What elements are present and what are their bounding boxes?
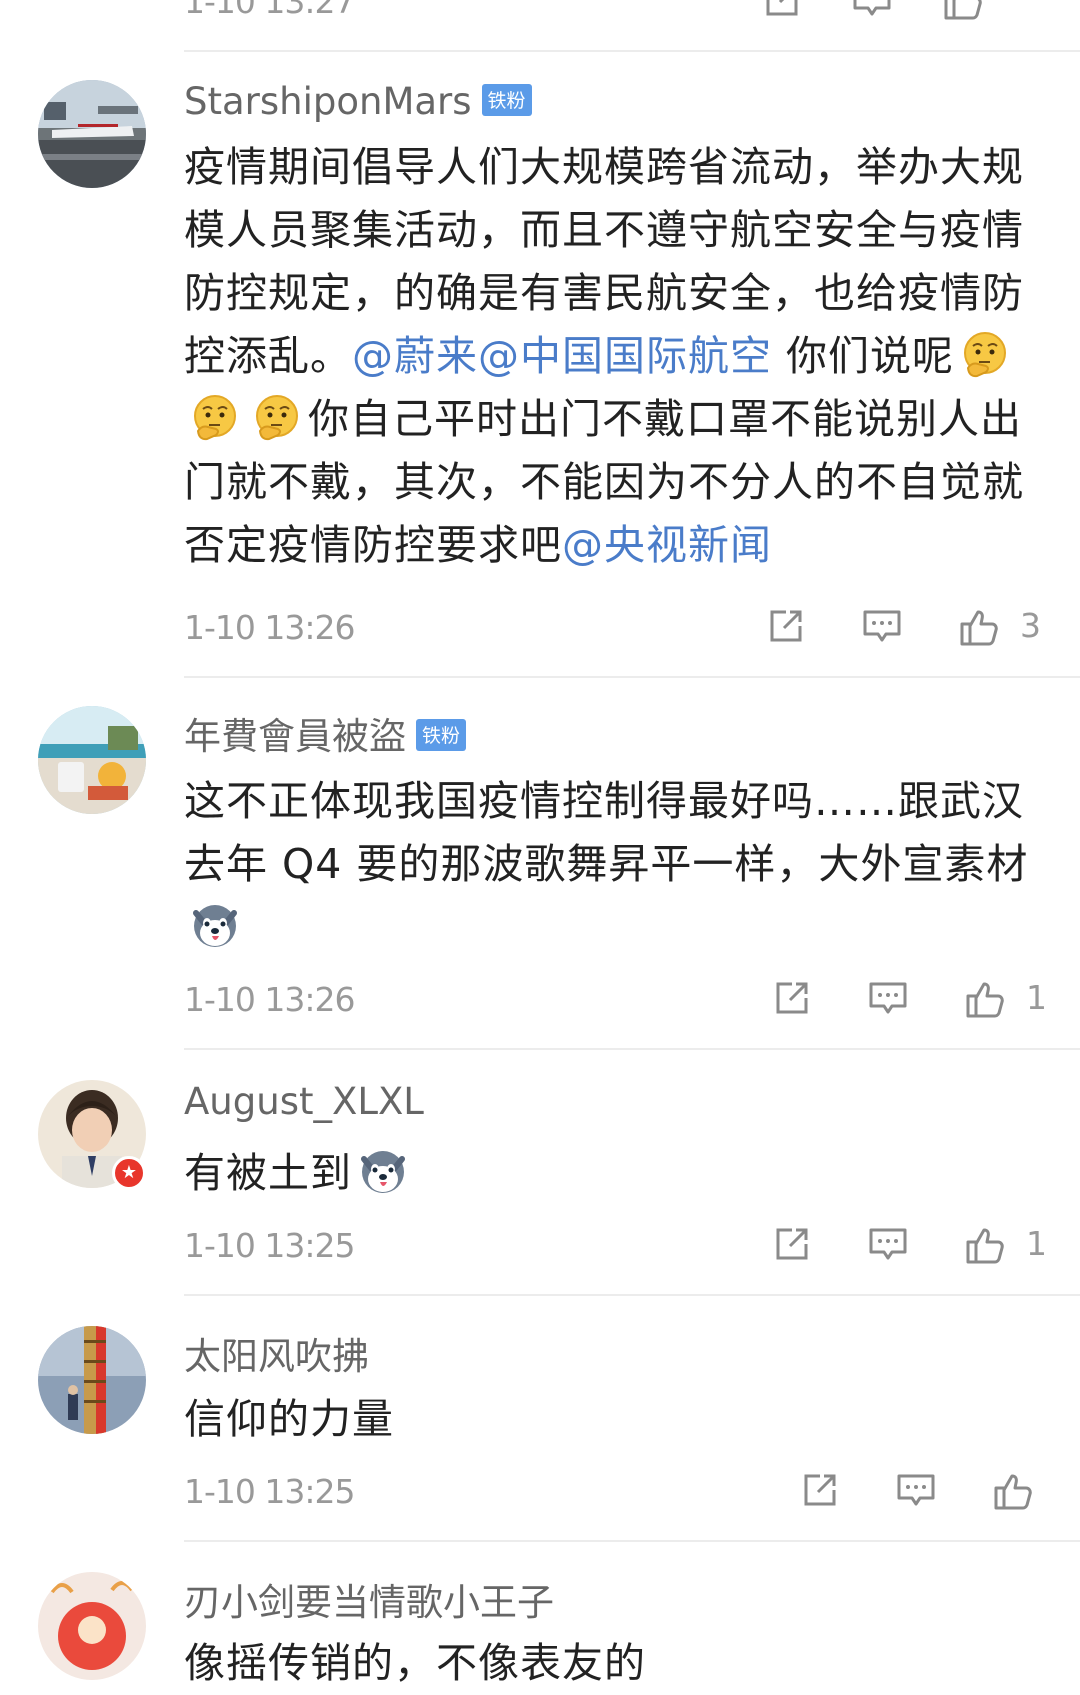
comment-time: 1-10 13:27 (184, 0, 355, 21)
like-count: 1 (1026, 1224, 1047, 1263)
verified-badge-icon: ★ (112, 1156, 146, 1190)
share-button[interactable] (764, 604, 808, 654)
share-button[interactable] (770, 1222, 814, 1272)
comment-text: 信仰的力量 (184, 1388, 1044, 1451)
husky-emoji (190, 901, 240, 951)
mention-link[interactable]: @蔚来 (352, 332, 478, 380)
share-button[interactable] (760, 0, 804, 28)
share-button[interactable] (798, 1468, 842, 1518)
like-icon (940, 0, 984, 22)
divider (184, 1048, 1080, 1050)
like-icon (962, 1222, 1006, 1266)
comment-text-part: 你们说呢 (772, 332, 955, 380)
comment-footer: 1-10 13:26 1 (184, 976, 1047, 1026)
username-text[interactable]: 刃小剑要当情歌小王子 (184, 1581, 554, 1624)
avatar[interactable] (38, 1572, 146, 1680)
comment-icon (850, 0, 894, 22)
comment-footer: 1-10 13:25 1 (184, 1222, 1047, 1272)
share-icon (770, 1222, 814, 1266)
divider (184, 1540, 1080, 1542)
like-button[interactable] (940, 0, 984, 28)
avatar[interactable] (38, 1326, 146, 1434)
username[interactable]: StarshiponMars 铁粉 (184, 80, 532, 123)
reply-button[interactable] (866, 976, 910, 1026)
reply-button[interactable] (894, 1468, 938, 1518)
username-text[interactable]: 太阳风吹拂 (184, 1335, 369, 1378)
thinking-emoji (252, 393, 302, 443)
comment-time: 1-10 13:25 (184, 1472, 355, 1511)
share-icon (760, 0, 804, 22)
comment-footer: 1-10 13:25 (184, 1468, 1044, 1518)
comment-footer: 1-10 13:26 3 (184, 604, 1044, 654)
like-button[interactable] (956, 604, 1000, 654)
like-button[interactable] (962, 976, 1006, 1026)
username-text[interactable]: StarshiponMars (184, 80, 472, 123)
comment-time: 1-10 13:26 (184, 980, 355, 1019)
username-text[interactable]: August_XLXL (184, 1080, 424, 1123)
mention-link[interactable]: @中国国际航空 (478, 332, 772, 380)
comment-time: 1-10 13:26 (184, 608, 355, 647)
fan-badge: 铁粉 (481, 83, 532, 116)
comment-text: 有被土到 (184, 1142, 1044, 1205)
comment-text: 像摇传销的，不像表友的 (184, 1632, 1044, 1695)
fan-badge: 铁粉 (416, 718, 467, 751)
divider (184, 676, 1080, 678)
username[interactable]: 太阳风吹拂 (184, 1326, 369, 1380)
comment-icon (860, 604, 904, 648)
like-button[interactable] (962, 1222, 1006, 1272)
username[interactable]: 年費會員被盜 铁粉 (184, 706, 467, 760)
comment-text-part: 有被土到 (184, 1149, 352, 1197)
thinking-emoji (960, 330, 1010, 380)
like-icon (990, 1468, 1034, 1512)
thinking-emoji (190, 393, 240, 443)
comment-icon (866, 1222, 910, 1266)
like-button[interactable] (990, 1468, 1034, 1518)
comment-text: 这不正体现我国疫情控制得最好吗……跟武汉去年 Q4 要的那波歌舞昇平一样，大外宣… (184, 770, 1044, 959)
comment-time: 1-10 13:25 (184, 1226, 355, 1265)
reply-button[interactable] (860, 604, 904, 654)
husky-emoji (358, 1147, 408, 1197)
comment-text-part: 信仰的力量 (184, 1395, 394, 1443)
comment-text: 疫情期间倡导人们大规模跨省流动，举办大规模人员聚集活动，而且不遵守航空安全与疫情… (184, 136, 1044, 577)
mention-link[interactable]: @央视新闻 (562, 521, 772, 569)
comment-text-part: 像摇传销的，不像表友的 (184, 1639, 646, 1687)
comment-text-part: 这不正体现我国疫情控制得最好吗……跟武汉去年 Q4 要的那波歌舞昇平一样，大外宣… (184, 777, 1029, 888)
like-count: 1 (1026, 978, 1047, 1017)
like-count: 3 (1020, 606, 1041, 645)
username-text[interactable]: 年費會員被盜 (184, 715, 406, 758)
username[interactable]: 刃小剑要当情歌小王子 (184, 1572, 554, 1626)
like-icon (956, 604, 1000, 648)
divider (184, 1294, 1080, 1296)
avatar[interactable] (38, 80, 146, 188)
share-icon (770, 976, 814, 1020)
share-icon (798, 1468, 842, 1512)
share-icon (764, 604, 808, 648)
avatar[interactable] (38, 706, 146, 814)
like-icon (962, 976, 1006, 1020)
share-button[interactable] (770, 976, 814, 1026)
comment-icon (866, 976, 910, 1020)
reply-button[interactable] (866, 1222, 910, 1272)
comment-icon (894, 1468, 938, 1512)
username[interactable]: August_XLXL (184, 1080, 424, 1123)
divider (184, 50, 1080, 52)
comment-footer-partial: 1-10 13:27 (184, 0, 1044, 28)
reply-button[interactable] (850, 0, 894, 28)
